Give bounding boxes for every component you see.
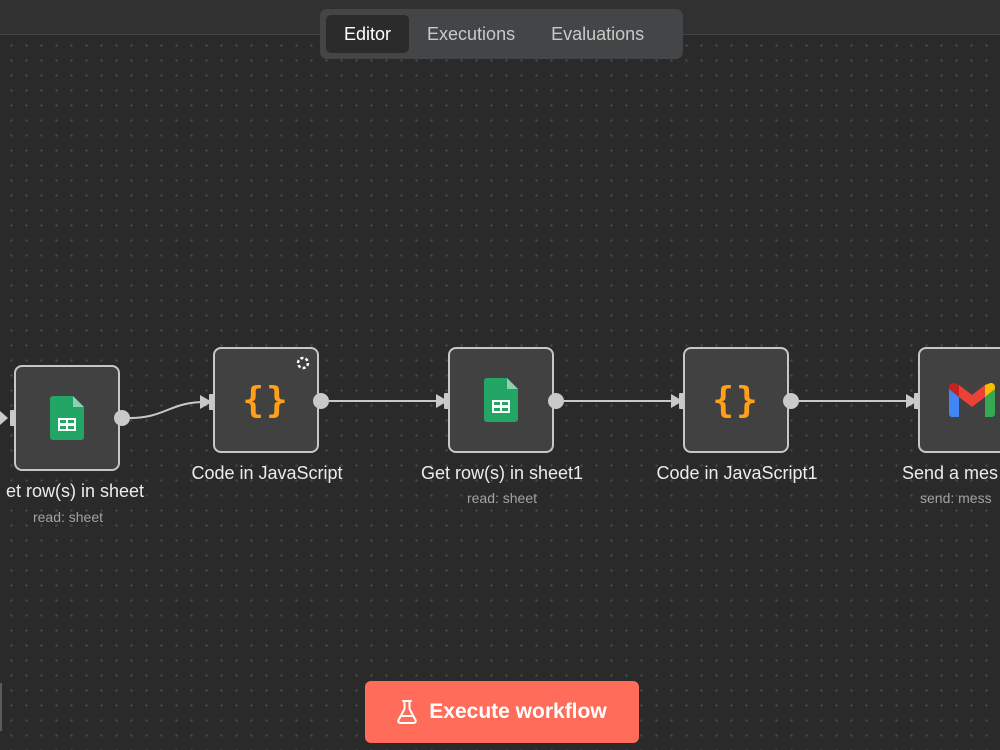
node-3-subtitle: read: sheet bbox=[466, 490, 538, 506]
node-2-label: Code in JavaScript bbox=[191, 463, 343, 483]
gmail-icon bbox=[949, 383, 995, 417]
google-sheets-icon bbox=[50, 396, 84, 440]
left-panel-edge bbox=[0, 683, 2, 731]
connection-1-2 bbox=[129, 401, 206, 419]
node-code-javascript1[interactable]: {} bbox=[683, 347, 789, 453]
arrow-in-1 bbox=[0, 411, 8, 425]
google-sheets-icon bbox=[484, 378, 518, 422]
node-get-rows-sheet1[interactable] bbox=[448, 347, 554, 453]
node-code-javascript[interactable]: {} bbox=[213, 347, 319, 453]
loading-spinner-icon bbox=[296, 356, 310, 370]
node-5-label: Send a mes bbox=[902, 463, 999, 483]
code-braces-icon: {} bbox=[242, 379, 290, 421]
node-3-label: Get row(s) in sheet1 bbox=[420, 463, 584, 483]
node-3-output-handle[interactable] bbox=[548, 393, 564, 409]
node-2-output-handle[interactable] bbox=[313, 393, 329, 409]
node-1-label: et row(s) in sheet bbox=[5, 481, 145, 501]
node-get-rows-sheet[interactable] bbox=[14, 365, 120, 471]
flask-icon bbox=[397, 700, 418, 724]
node-1-subtitle: read: sheet bbox=[32, 509, 104, 525]
node-5-subtitle: send: mess bbox=[920, 490, 992, 506]
node-send-message[interactable] bbox=[918, 347, 1000, 453]
node-4-label: Code in JavaScript1 bbox=[656, 463, 818, 483]
execute-workflow-label: Execute workflow bbox=[429, 700, 607, 723]
node-4-output-handle[interactable] bbox=[783, 393, 799, 409]
node-1-output-handle[interactable] bbox=[114, 410, 130, 426]
code-braces-icon: {} bbox=[712, 379, 760, 421]
execute-workflow-button[interactable]: Execute workflow bbox=[365, 681, 639, 743]
